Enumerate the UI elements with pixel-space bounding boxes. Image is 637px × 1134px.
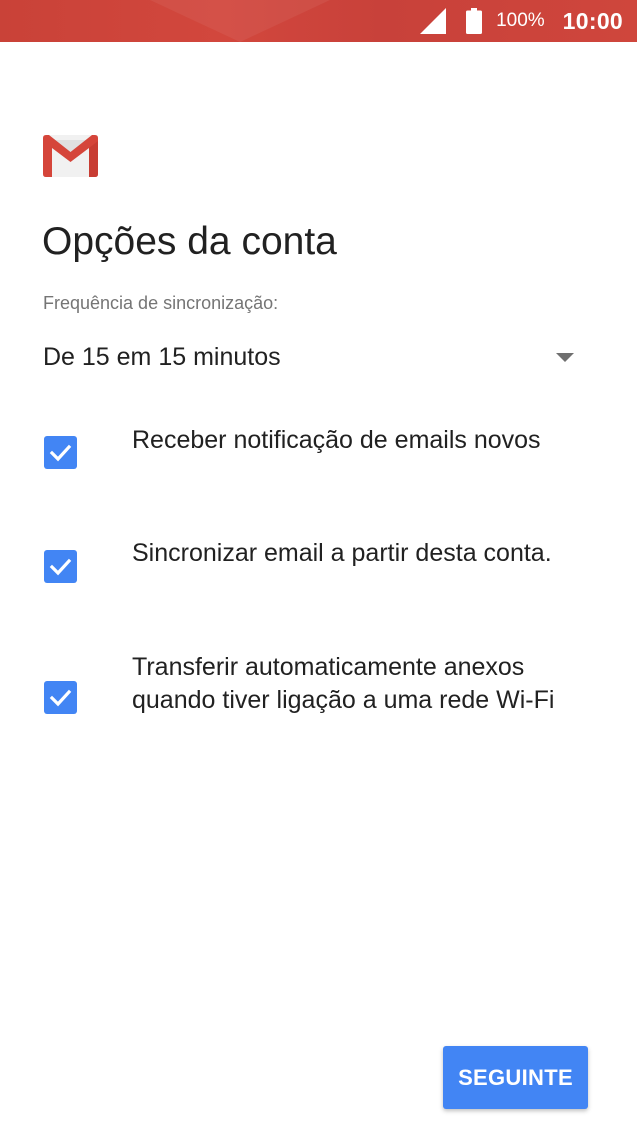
sync-frequency-dropdown[interactable]: De 15 em 15 minutos	[43, 335, 588, 379]
status-icons: 100% 10:00	[420, 0, 623, 42]
next-button[interactable]: SEGUINTE	[443, 1046, 588, 1109]
option-auto-download-attachments[interactable]: Transferir automaticamente anexos quando…	[44, 651, 594, 753]
battery-full-icon	[466, 8, 483, 34]
auto-download-attachments-label: Transferir automaticamente anexos quando…	[132, 653, 555, 714]
checkmark-icon	[49, 558, 72, 576]
sync-email-checkbox[interactable]	[44, 550, 77, 583]
auto-download-attachments-checkbox[interactable]	[44, 681, 77, 714]
sync-frequency-label: Frequência de sincronização:	[43, 293, 279, 313]
notify-new-email-label: Receber notificação de emails novos	[132, 426, 541, 454]
status-bar-sheen	[150, 0, 330, 42]
dropdown-arrow-icon	[556, 352, 574, 362]
page-title: Opções da conta	[42, 220, 337, 263]
checkmark-icon	[49, 444, 72, 462]
gmail-logo-icon	[43, 135, 98, 177]
cellular-signal-icon	[420, 8, 447, 34]
checkmark-icon	[49, 689, 72, 707]
status-bar: 100% 10:00	[0, 0, 637, 42]
sync-frequency-value: De 15 em 15 minutos	[43, 342, 281, 371]
option-sync-email[interactable]: Sincronizar email a partir desta conta.	[44, 537, 594, 607]
notify-new-email-checkbox[interactable]	[44, 436, 77, 469]
battery-percentage: 100%	[496, 10, 545, 31]
sync-email-label: Sincronizar email a partir desta conta.	[132, 539, 552, 567]
status-clock: 10:00	[562, 7, 623, 34]
option-new-email-notification[interactable]: Receber notificação de emails novos	[44, 424, 594, 494]
